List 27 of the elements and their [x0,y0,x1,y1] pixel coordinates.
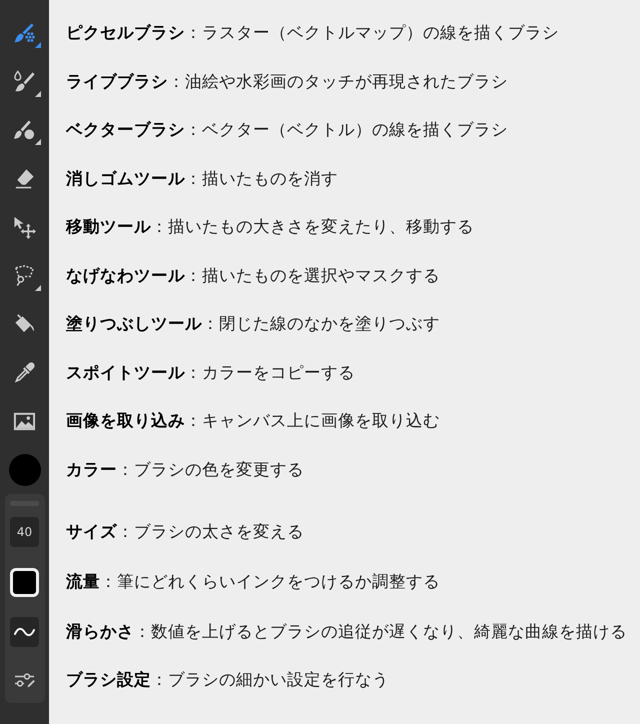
size-field[interactable]: 40 [10,517,39,547]
brush-drop-icon[interactable] [13,70,36,94]
eraser-icon[interactable] [13,167,36,190]
description-text: 流量：筆にどれくらいインクをつけるか調整する [66,571,440,593]
description-text: スポイトツール：カラーをコピーする [66,362,355,384]
description-text: サイズ：ブラシの太さを変える [66,521,304,543]
description-text: 消しゴムツール：描いたものを消す [66,168,338,190]
color-swatch-icon[interactable] [8,454,40,486]
description-text: ベクターブラシ：ベクター（ベクトル）の線を描くブラシ [66,119,508,142]
description-text: カラー：ブラシの色を変更する [66,458,304,481]
lasso-icon[interactable] [13,264,36,288]
description-text: ライブブラシ：油絵や水彩画のタッチが再現されたブラシ [66,70,508,93]
description-text: 滑らかさ：数値を上げるとブラシの追従が遅くなり、綺麗な曲線を描ける [66,621,627,643]
eyedropper-icon[interactable] [13,361,36,384]
description-text: ピクセルブラシ：ラスター（ベクトルマップ）の線を描くブラシ [66,22,559,44]
description-text: ブラシ設定：ブラシの細かい設定を行なう [66,669,389,691]
description-text: 画像を取り込み：キャンバス上に画像を取り込む [66,410,440,432]
framed-swatch-icon[interactable] [10,568,39,596]
wave-icon [14,626,35,638]
sliders-icon[interactable] [14,672,35,688]
brush-grid-icon[interactable] [13,22,36,45]
description-text: 移動ツール：描いたもの大きさを変えたり、移動する [66,216,474,238]
description-text: なげなわツール：描いたものを選択やマスクする [66,264,440,287]
brush-circle-icon[interactable] [13,118,36,142]
cursor-move-icon[interactable] [13,216,36,239]
smoothing-button[interactable] [10,617,39,647]
description-text: 塗りつぶしツール：閉じた線のなかを塗りつぶす [66,313,440,336]
